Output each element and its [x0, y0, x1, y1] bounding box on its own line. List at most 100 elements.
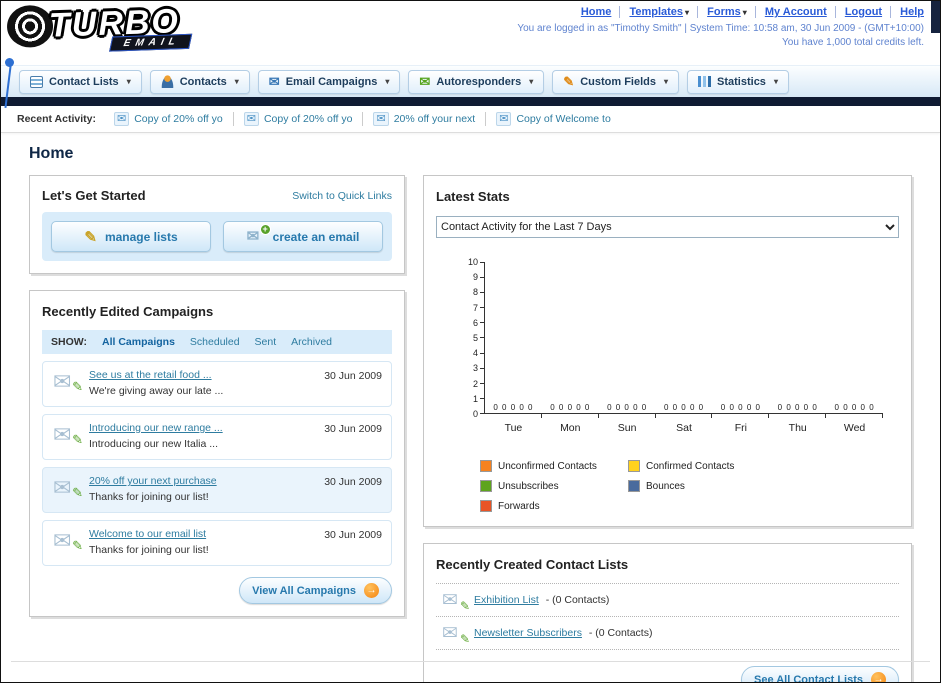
- envelope-icon: ✉: [243, 112, 259, 126]
- x-axis-category-label: Sat: [676, 422, 692, 434]
- campaign-title-link[interactable]: See us at the retail food ...: [89, 369, 317, 381]
- envelope-icon: ✉: [53, 422, 72, 447]
- x-axis-category-label: Sun: [617, 422, 637, 434]
- campaign-title-link[interactable]: 20% off your next purchase: [89, 475, 317, 487]
- y-axis-tick-label: 3: [473, 364, 484, 373]
- tab-contact-lists-label: Contact Lists: [49, 75, 119, 88]
- top-nav-home[interactable]: Home: [581, 6, 612, 18]
- logo-swoosh-icon: [6, 4, 54, 49]
- top-nav-forms[interactable]: Forms ▾: [697, 6, 747, 18]
- view-all-campaigns-button[interactable]: View All Campaigns →: [239, 577, 392, 604]
- top-nav-logout[interactable]: Logout: [834, 6, 883, 18]
- filter-scheduled[interactable]: Scheduled: [190, 336, 240, 348]
- envelope-icon: ✉: [53, 369, 72, 394]
- tab-custom-fields[interactable]: ✎ Custom Fields ▾: [552, 69, 680, 94]
- filter-archived[interactable]: Archived: [291, 336, 332, 348]
- arrow-right-icon: →: [871, 672, 886, 682]
- y-axis-tick-label: 9: [473, 273, 484, 282]
- chart-zero-values: 0 0 0 0 0: [834, 403, 875, 412]
- chevron-down-icon: ▾: [664, 77, 669, 86]
- legend-item: Forwards: [480, 500, 628, 512]
- recent-activity-item: ✉ Copy of Welcome to: [486, 112, 621, 126]
- campaign-row: ✉ ✎ Introducing our new range ... Introd…: [42, 414, 392, 460]
- tab-custom-fields-label: Custom Fields: [580, 75, 656, 88]
- header: TURBO EMAIL Home Templates ▾ Forms ▾ My Ac…: [1, 1, 940, 108]
- main-content: Home Let's Get Started Switch to Quick L…: [1, 133, 940, 683]
- chart-group: 0 0 0 0 0 Sun: [599, 262, 656, 434]
- recent-activity-link[interactable]: Copy of Welcome to: [516, 113, 610, 125]
- recent-activity-link[interactable]: Copy of 20% off yo: [134, 113, 223, 125]
- y-axis-tick-label: 1: [473, 394, 484, 403]
- see-all-contact-lists-label: See All Contact Lists: [753, 673, 863, 683]
- chart-plot-groups: 0 0 0 0 0 Tue 0 0 0 0 0 Mon 0 0 0 0 0 Sun 0 0 …: [484, 262, 883, 434]
- switch-quick-links-link[interactable]: Switch to Quick Links: [292, 190, 392, 202]
- tab-statistics[interactable]: Statistics ▾: [687, 69, 789, 94]
- x-axis-category-label: Mon: [560, 422, 581, 434]
- legend-swatch: [628, 480, 640, 492]
- recent-activity-link[interactable]: Copy of 20% off yo: [264, 113, 353, 125]
- filter-sent[interactable]: Sent: [255, 336, 277, 348]
- envelope-pencil-icon: ✉ ✎: [53, 369, 83, 395]
- pencil-icon: ✎: [72, 485, 83, 500]
- campaign-subtitle: We're giving away our late ...: [89, 385, 224, 397]
- show-label: SHOW:: [51, 336, 87, 348]
- top-nav-my-account[interactable]: My Account: [754, 6, 827, 18]
- x-axis-category-label: Fri: [734, 422, 747, 434]
- filter-all-campaigns[interactable]: All Campaigns: [102, 336, 175, 348]
- legend-label: Unsubscribes: [498, 480, 559, 492]
- chevron-down-icon: ▾: [385, 77, 390, 86]
- tab-contact-lists[interactable]: Contact Lists ▾: [19, 69, 142, 94]
- legend-label: Confirmed Contacts: [646, 460, 735, 472]
- top-nav-help[interactable]: Help: [890, 6, 924, 18]
- pencil-icon: ✎: [459, 632, 470, 646]
- campaign-title-link[interactable]: Introducing our new range ...: [89, 422, 317, 434]
- campaign-date: 30 Jun 2009: [324, 370, 382, 382]
- chart-group: 0 0 0 0 0 Sat: [656, 262, 713, 434]
- contact-list-link[interactable]: Newsletter Subscribers: [474, 627, 582, 639]
- top-nav-templates[interactable]: Templates ▾: [619, 6, 690, 18]
- main-nav: Contact Lists ▾ Contacts ▾ ✉ Email Campa…: [1, 65, 940, 97]
- tab-contacts[interactable]: Contacts ▾: [149, 69, 250, 94]
- legend-swatch: [480, 500, 492, 512]
- campaign-date: 30 Jun 2009: [324, 423, 382, 435]
- envelope-pencil-icon: ✉ ✎: [53, 477, 83, 501]
- recent-contact-lists-title: Recently Created Contact Lists: [436, 557, 629, 572]
- top-nav-forms-label: Forms: [707, 6, 741, 18]
- tab-email-campaigns[interactable]: ✉ Email Campaigns ▾: [257, 69, 401, 94]
- top-nav-templates-label: Templates: [629, 6, 684, 18]
- envelope-icon: ✉: [113, 112, 130, 126]
- recent-activity-link[interactable]: 20% off your next: [394, 113, 476, 125]
- envelope-plus-icon: ✉ +: [247, 224, 271, 244]
- tab-autoresponders-label: Autoresponders: [436, 75, 522, 88]
- contact-activity-chart: 10 9 8 7 6 5 4 3 2 1 0 0 0 0 0 0 Tue 0 0 0 0 0 Mon 0 0…: [450, 258, 889, 450]
- see-all-contact-lists-button[interactable]: See All Contact Lists →: [740, 666, 899, 683]
- x-axis-category-label: Thu: [788, 422, 807, 434]
- create-email-button[interactable]: ✉ + create an email: [223, 221, 383, 252]
- chart-legend: Unconfirmed Contacts Confirmed Contacts …: [480, 460, 899, 512]
- campaign-subtitle: Thanks for joining our list!: [89, 544, 209, 556]
- pencil-icon: ✎: [459, 599, 470, 613]
- chevron-down-icon: ▾: [685, 8, 690, 17]
- corner-decoration: [931, 1, 940, 33]
- campaign-title-link[interactable]: Welcome to our email list: [89, 528, 317, 540]
- recent-activity-item: ✉ Copy of 20% off yo: [234, 112, 364, 126]
- stats-range-select[interactable]: Contact Activity for the Last 7 Days: [436, 216, 899, 238]
- contact-list-link[interactable]: Exhibition List: [474, 594, 539, 606]
- tab-autoresponders[interactable]: ✉ Autoresponders ▾: [408, 69, 545, 94]
- get-started-body: ✎ manage lists ✉ + create an email: [42, 212, 392, 261]
- legend-swatch: [480, 460, 492, 472]
- legend-item: Unconfirmed Contacts: [480, 460, 628, 472]
- y-axis-tick-label: 8: [473, 288, 484, 297]
- envelope-icon: ✉: [442, 623, 458, 644]
- get-started-title: Let's Get Started: [42, 188, 146, 203]
- manage-lists-button[interactable]: ✎ manage lists: [51, 221, 211, 252]
- envelope-pencil-icon: ✉ ✎: [53, 422, 83, 448]
- chart-group: 0 0 0 0 0 Fri: [712, 262, 770, 434]
- create-email-label: create an email: [272, 229, 360, 244]
- envelope-pencil-icon: ✉ ✎: [442, 591, 470, 613]
- chart-group: 0 0 0 0 0 Tue: [485, 262, 542, 434]
- view-all-campaigns-label: View All Campaigns: [252, 584, 356, 597]
- recent-campaigns-panel: Recently Edited Campaigns SHOW: All Camp…: [29, 290, 405, 617]
- recent-contact-lists-panel: Recently Created Contact Lists ✉ ✎ Exhib…: [423, 543, 912, 683]
- tab-email-campaigns-label: Email Campaigns: [285, 75, 378, 88]
